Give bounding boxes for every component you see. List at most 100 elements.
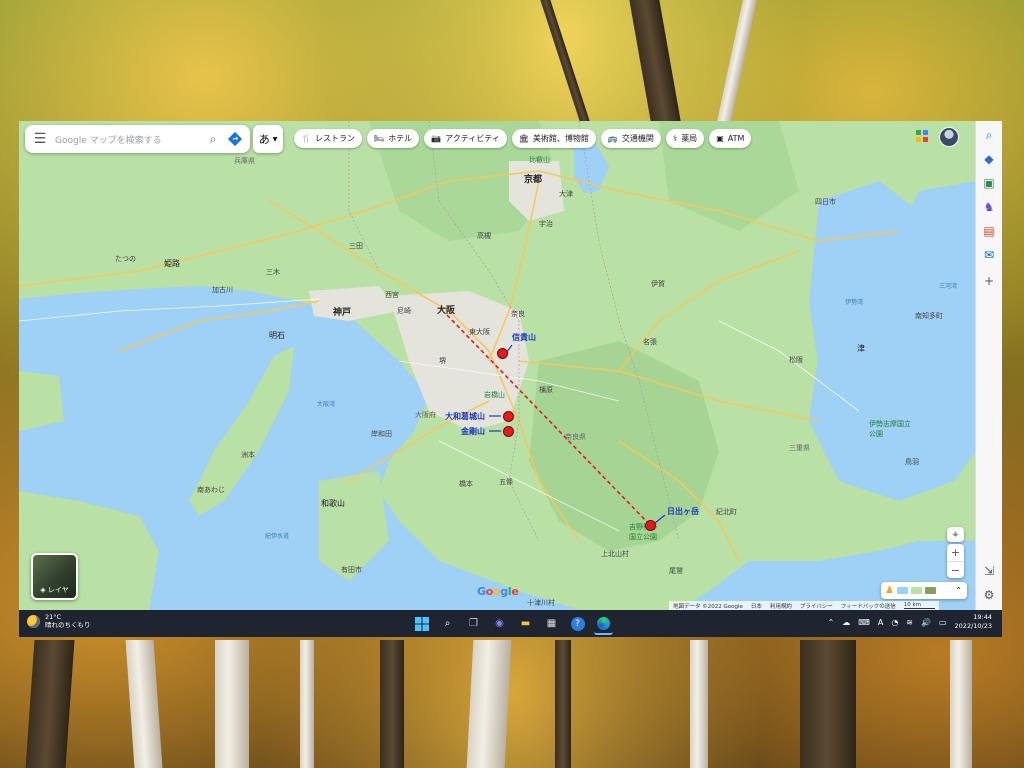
hamburger-menu-icon[interactable]: ☰ [25, 131, 55, 147]
pin-kongosan[interactable] [503, 426, 514, 437]
city-label-himeji: 姫路 [164, 259, 180, 268]
map-terrain [19, 121, 976, 610]
chip-label: ホテル [388, 134, 413, 143]
place-label-ise-park: 伊勢志摩国立公園 [869, 420, 911, 438]
chip-hotel[interactable]: 🛏 ホテル [366, 129, 420, 148]
place-label-kihoku: 紀北町 [716, 508, 737, 516]
place-label-kashihara: 橿原 [539, 386, 553, 394]
keyboard-icon[interactable]: ⌨ [858, 618, 870, 627]
place-label-kishiwada: 岸和田 [371, 430, 392, 438]
taskbar-apps: ⌕ ❐ ◉ ▬ ▦ ? [412, 614, 613, 635]
ime-toggle[interactable]: あ ▼ [253, 125, 283, 153]
chip-label: ATM [727, 134, 745, 143]
start-icon[interactable] [412, 614, 431, 633]
google-logo-letter: g [500, 585, 508, 598]
atm-icon: ▣ [716, 134, 724, 143]
chevron-up-icon[interactable]: ⌃ [955, 586, 962, 595]
my-location-icon: ⌖ [952, 527, 959, 541]
toolbox-icon[interactable]: ▣ [981, 175, 997, 191]
scale-bar[interactable]: 10 km [903, 602, 936, 609]
zoom-in-button[interactable]: + [947, 544, 964, 561]
ime-indicator[interactable]: A [878, 618, 883, 627]
onedrive-icon[interactable]: ☁ [842, 618, 850, 627]
directions-icon[interactable] [224, 128, 246, 150]
office-icon[interactable]: ▤ [981, 223, 997, 239]
chip-pharmacy[interactable]: ⚕ 薬局 [665, 129, 705, 148]
annotation-yamato-katsuragi: 大和葛城山 [445, 412, 485, 421]
chip-atm[interactable]: ▣ ATM [709, 129, 752, 148]
layer-button[interactable]: ◈ レイヤ [31, 553, 78, 600]
search-input[interactable]: Google マップを検索する [55, 133, 202, 146]
help-icon[interactable]: ? [568, 614, 587, 633]
place-label-arida: 有田市 [341, 566, 362, 574]
gear-icon[interactable]: ⚙ [981, 587, 997, 603]
games-icon[interactable]: ♞ [981, 199, 997, 215]
city-label-amagasaki: 尼崎 [397, 307, 411, 315]
chat-icon[interactable]: ◉ [490, 614, 509, 633]
search-icon[interactable]: ⌕ [438, 614, 457, 633]
search-icon[interactable]: ⌕ [202, 132, 224, 147]
transit-icon: 🚌 [607, 134, 618, 143]
city-label-yokkaichi: 四日市 [815, 198, 836, 206]
place-label-matsusaka: 松阪 [789, 356, 803, 364]
my-location-button[interactable]: ⌖ [947, 527, 964, 542]
sync-icon[interactable]: ◔ [891, 618, 898, 627]
pin-hinodegatake[interactable] [645, 520, 656, 531]
attribution-feedback-link[interactable]: フィードバックの送信 [841, 602, 896, 610]
place-label-tatsuno: たつの [115, 255, 136, 263]
street-view-bar[interactable]: ♟ ⌃ [881, 582, 967, 599]
pin-shigisan[interactable] [497, 348, 508, 359]
annotation-kongosan: 金剛山 [461, 427, 485, 436]
imagery-thumb[interactable] [910, 587, 922, 594]
search-icon[interactable]: ⌕ [981, 127, 997, 143]
outlook-icon[interactable]: ✉ [981, 247, 997, 263]
place-label-nabari: 名張 [643, 338, 657, 346]
chip-activities[interactable]: 📷 アクティビティ [424, 129, 507, 148]
task-view-icon[interactable]: ❐ [464, 614, 483, 633]
pegman-icon[interactable]: ♟ [885, 585, 894, 596]
chip-restaurant[interactable]: 🍴 レストラン [294, 129, 362, 148]
layers-icon: ◈ [40, 586, 46, 594]
sea-label-osaka-bay: 大阪湾 [317, 401, 336, 408]
sea-label-mikawa-bay: 三河湾 [939, 283, 958, 290]
file-explorer-icon[interactable]: ▬ [516, 614, 535, 633]
tag-icon[interactable]: ◆ [981, 151, 997, 167]
google-logo-letter: o [485, 585, 494, 598]
attribution-region[interactable]: 日本 [751, 602, 762, 610]
place-label-hieizan: 比叡山 [529, 156, 550, 164]
weather-widget[interactable]: 21°C 晴れのちくもり [27, 613, 91, 629]
store-icon[interactable]: ▦ [542, 614, 561, 633]
place-label-sumoto: 洲本 [241, 451, 255, 459]
attribution-terms-link[interactable]: 利用規約 [770, 602, 792, 610]
add-icon[interactable]: + [981, 273, 997, 289]
place-label-miki: 三木 [266, 268, 280, 276]
map-canvas[interactable]: 京都 大阪 神戸 奈良 姫路 和歌山 津 明石 西宮 尼崎 東大阪 堺 大津 四… [19, 121, 976, 610]
browser-window: 京都 大阪 神戸 奈良 姫路 和歌山 津 明石 西宮 尼崎 東大阪 堺 大津 四… [19, 121, 1002, 610]
place-label-sanda: 三田 [349, 242, 363, 250]
pref-label-nara: 奈良県 [565, 433, 586, 441]
imagery-thumb[interactable] [924, 587, 936, 594]
clock-date: 2022/10/23 [954, 622, 992, 630]
chip-museums[interactable]: 🏛 美術館、博物館 [511, 129, 596, 148]
sea-label-ise-bay: 伊勢湾 [845, 299, 864, 306]
map-search-box[interactable]: ☰ Google マップを検索する ⌕ [25, 125, 250, 153]
zoom-out-button[interactable]: − [947, 561, 964, 579]
google-apps-icon[interactable] [916, 130, 928, 142]
battery-icon[interactable]: ▭ [939, 618, 947, 627]
attribution-privacy-link[interactable]: プライバシー [800, 602, 833, 610]
city-label-tsu: 津 [857, 344, 865, 353]
chevron-up-icon[interactable]: ⌃ [828, 618, 835, 627]
volume-icon[interactable]: 🔊 [921, 618, 931, 627]
sea-label-kii-channel: 紀伊水道 [265, 533, 290, 540]
wifi-icon[interactable]: ≋ [906, 618, 913, 627]
open-external-icon[interactable]: ⇲ [981, 563, 997, 579]
partly-cloudy-icon [27, 614, 40, 628]
clock[interactable]: 19:44 2022/10/23 [955, 613, 992, 631]
pref-label-mie: 三重県 [789, 444, 810, 452]
edge-icon[interactable] [594, 614, 613, 635]
imagery-thumb[interactable] [896, 587, 908, 594]
pin-yamato-katsuragi[interactable] [503, 411, 514, 422]
chip-transit[interactable]: 🚌 交通機関 [600, 129, 661, 148]
avatar[interactable] [939, 127, 959, 147]
place-label-kamikitayama: 上北山村 [601, 550, 629, 558]
